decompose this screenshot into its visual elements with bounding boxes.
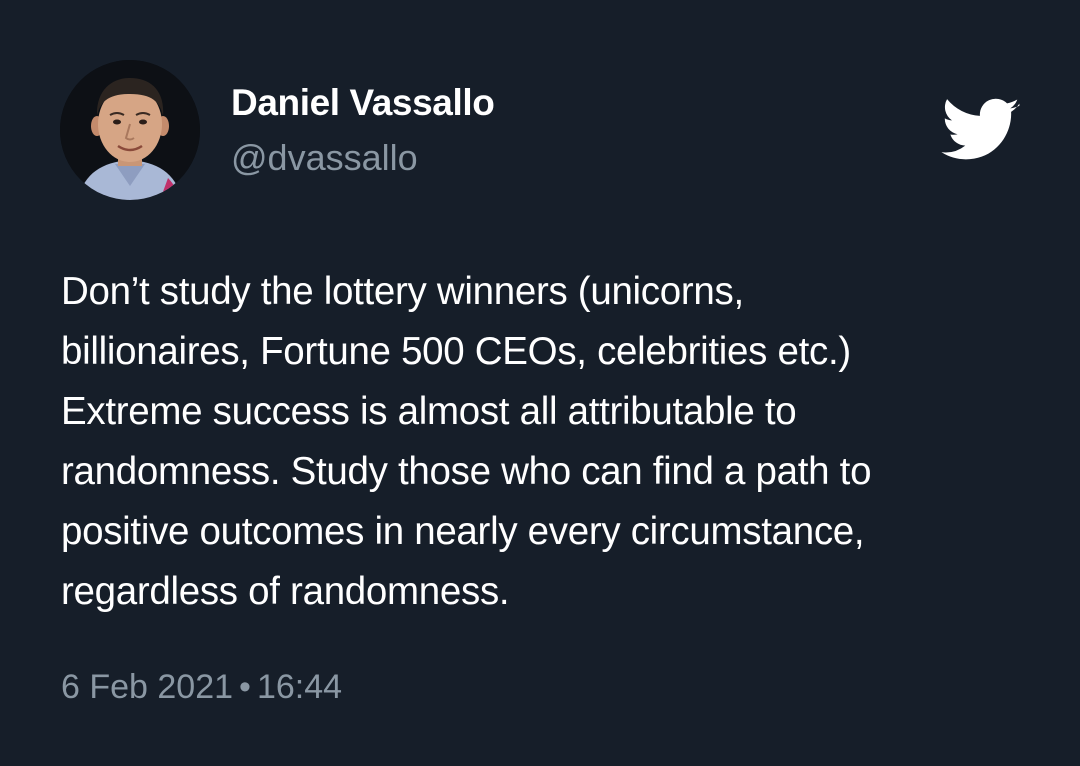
- tweet-line: positive outcomes in nearly every circum…: [61, 510, 865, 553]
- tweet-date: 6 Feb 2021: [61, 668, 234, 706]
- tweet-time: 16:44: [256, 668, 343, 706]
- author-handle[interactable]: @dvassallo: [231, 137, 418, 179]
- tweet-text: Don’t study the lottery winners (unicorn…: [61, 262, 1051, 622]
- tweet-timestamp[interactable]: 6 Feb 2021 • 16:44: [61, 668, 342, 707]
- twitter-bird-icon: [941, 98, 1020, 160]
- author-name[interactable]: Daniel Vassallo: [231, 82, 495, 124]
- tweet-line: Extreme success is almost all attributab…: [61, 390, 797, 433]
- tweet-card: Daniel Vassallo @dvassallo Don’t study t…: [0, 0, 1080, 766]
- tweet-line: regardless of randomness.: [61, 570, 510, 613]
- tweet-line: Don’t study the lottery winners (unicorn…: [61, 270, 744, 313]
- avatar[interactable]: [60, 60, 200, 200]
- tweet-line: billionaires, Fortune 500 CEOs, celebrit…: [61, 330, 851, 373]
- avatar-image: [60, 60, 200, 200]
- tweet-line: randomness. Study those who can find a p…: [61, 450, 872, 493]
- timestamp-separator: •: [239, 668, 251, 706]
